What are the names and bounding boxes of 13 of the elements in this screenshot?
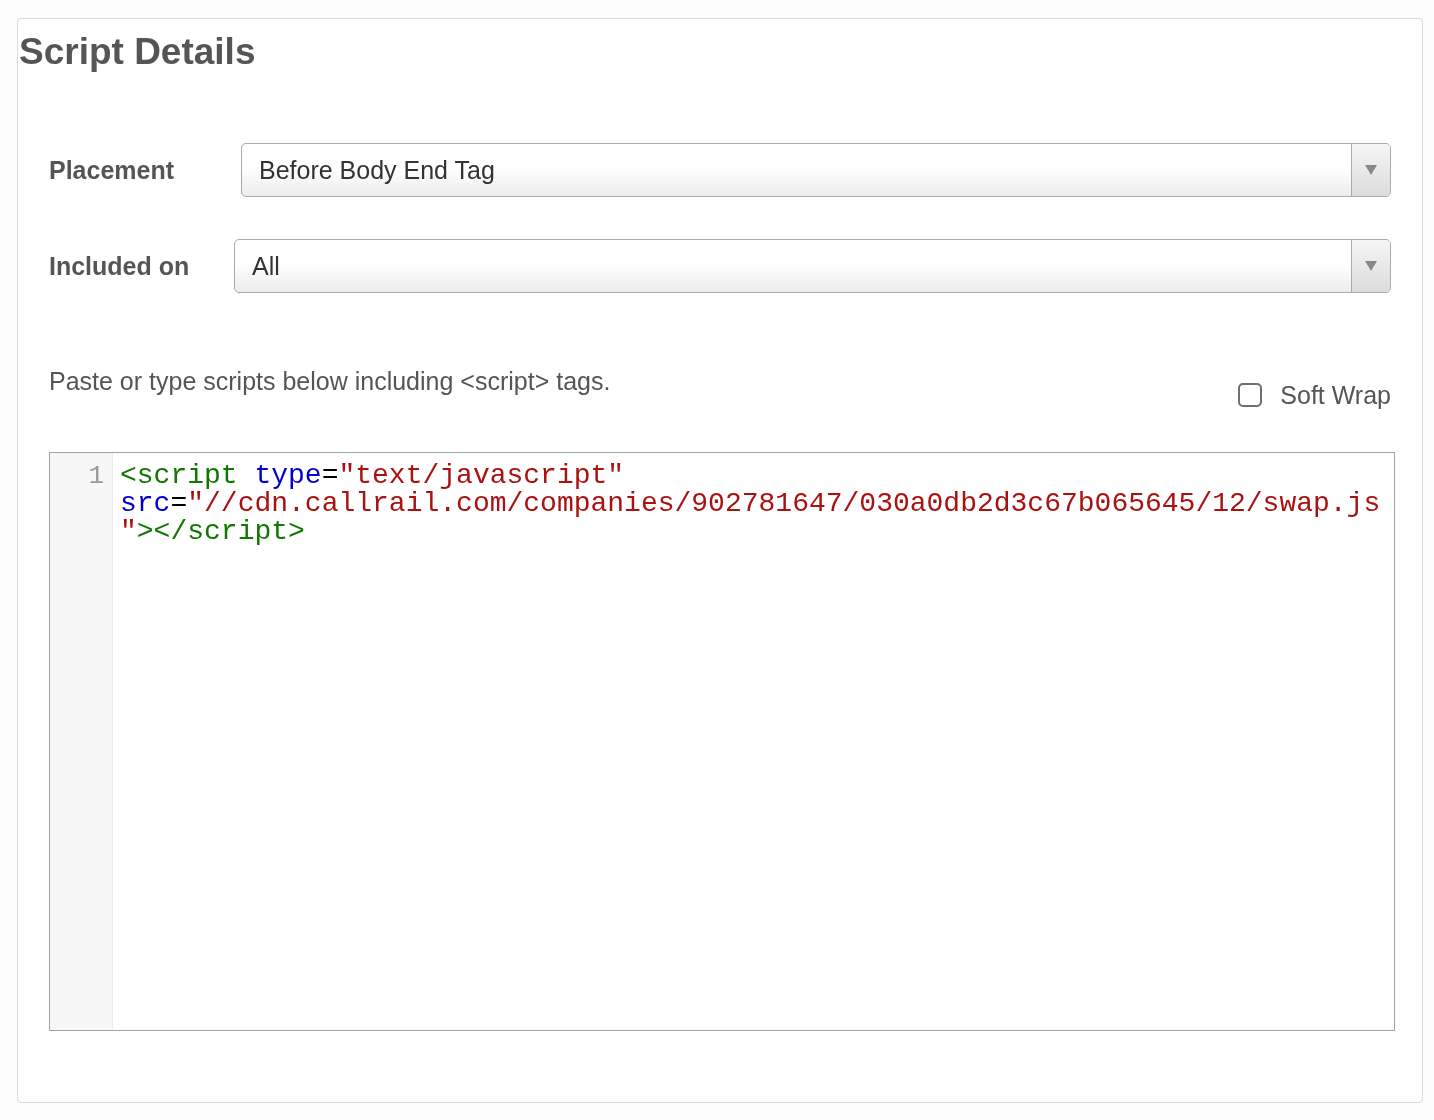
dropdown[interactable]: All <box>234 239 1391 293</box>
code-editor[interactable]: 1 <script type="text/javascript" src="//cdn.callrail.com/companies/902781647/030a0db2d3c67b065645/12/swap.js "></script> <box>49 452 1395 1031</box>
soft-wrap-label[interactable]: Soft Wrap <box>1280 380 1391 410</box>
caret-icon <box>1365 165 1377 175</box>
line-number: 1 <box>88 462 104 490</box>
caret-icon <box>1365 261 1377 271</box>
dropdown[interactable]: Before Body End Tag <box>241 143 1391 197</box>
field-label: Placement <box>49 155 176 185</box>
checkbox[interactable] <box>1238 383 1263 407</box>
code-line: <script type="text/javascript" src="//cdn.callrail.com/companies/902781647/030a0db2d3c67b065645/12/swap.js "></script> <box>120 462 1381 546</box>
panel-title: Script Details <box>19 30 257 73</box>
instruction-text: Paste or type scripts below including <script> tags. <box>49 366 611 396</box>
field-label: Included on <box>49 251 191 281</box>
